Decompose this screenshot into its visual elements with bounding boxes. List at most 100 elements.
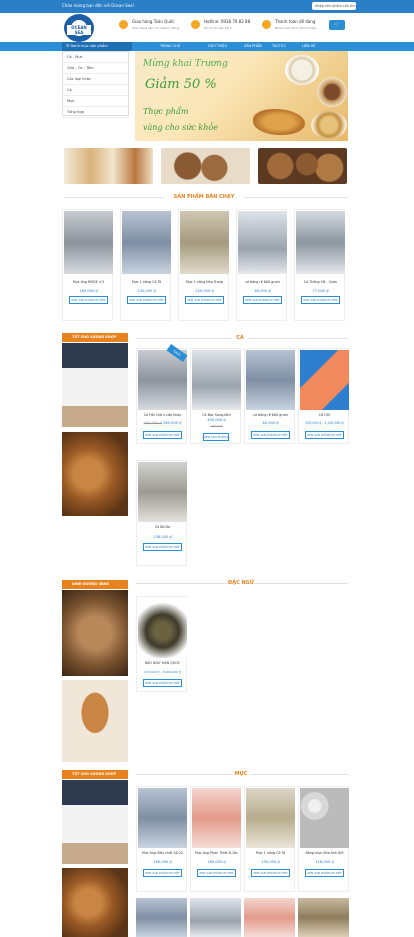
product-card[interactable]: Mực 1 nắng Nha Trang 220,000 ₫ XEM SẢN P… bbox=[178, 209, 229, 321]
view-product-button[interactable]: XEM SẢN PHẨM/CHI TIẾT bbox=[185, 296, 224, 304]
category-item[interactable]: Cá bbox=[63, 85, 128, 96]
header-item-sub: Nhiều hình thức thanh toán bbox=[275, 26, 317, 30]
product-card[interactable]: Cá Bạc Song-tôm 400,000 ₫ 220,000 XEM SẢ… bbox=[190, 348, 241, 444]
view-product-button[interactable]: XEM SẢN PHẨM/CHI TIẾT bbox=[301, 296, 340, 304]
product-card[interactable]: Mực ống Phan Thiết 8-10c 180,000 ₫ XEM S… bbox=[190, 786, 241, 892]
side-image-walnuts[interactable] bbox=[62, 590, 128, 676]
product-card[interactable]: cá bống rề 800 gram 60,000 ₫ XEM SẢN PHẨ… bbox=[236, 209, 287, 321]
side-image-almonds[interactable] bbox=[62, 868, 128, 937]
product-image[interactable] bbox=[300, 788, 349, 848]
product-name[interactable]: Cá Thông VN - Xuân bbox=[296, 280, 345, 284]
promo-tile-2[interactable] bbox=[161, 148, 250, 184]
product-name[interactable]: Mực 1 nắng Nha Trang bbox=[180, 280, 229, 284]
product-image[interactable] bbox=[122, 211, 171, 274]
product-old-price: 220,000 bbox=[210, 424, 223, 428]
view-product-button[interactable]: XEM SẢN PHẨM/CHI TIẾT bbox=[251, 431, 290, 439]
product-price: 160,000 ₫ bbox=[153, 860, 172, 864]
view-product-button[interactable]: XEM SẢN PHẨM/CHI TIẾT bbox=[69, 296, 108, 304]
product-price: 60,000 ₫ bbox=[262, 421, 279, 425]
view-product-button[interactable]: XEM SẢN PHẨM/CHI TIẾT bbox=[143, 679, 182, 687]
product-name[interactable]: cá bống rề 800 gram bbox=[246, 413, 295, 417]
product-image[interactable] bbox=[138, 788, 187, 848]
product-price: 180,000 ₫ bbox=[207, 860, 226, 864]
product-card[interactable]: SALE Cá Hồi Chờ n.cấp khẩu 400,000 ₫ 380… bbox=[136, 343, 188, 444]
divider bbox=[254, 583, 348, 584]
product-image[interactable] bbox=[238, 211, 287, 274]
header-item-sub: Giao hàng tận nơi nhanh chóng bbox=[132, 26, 180, 30]
product-image[interactable] bbox=[246, 788, 295, 848]
product-image[interactable] bbox=[136, 898, 187, 937]
hero-banner[interactable]: Mừng khai Trương Giảm 50 % Thực phẩm vàn… bbox=[135, 51, 348, 141]
product-image[interactable] bbox=[244, 898, 295, 937]
croissant-image bbox=[253, 109, 305, 135]
nav-item-contact[interactable]: LIÊN HỆ bbox=[302, 44, 315, 48]
category-item[interactable]: Ghẹ - Ốc - Tôm bbox=[63, 63, 128, 74]
product-name[interactable]: Cá Bạc Song-tôm bbox=[192, 413, 241, 417]
product-card[interactable]: CÁ HỒI 500,000 ₫ – 1,000,000 ₫ XEM SẢN P… bbox=[298, 348, 349, 444]
view-product-button[interactable]: XEM SẢN PHẨM/CHI TIẾT bbox=[305, 869, 344, 877]
product-image[interactable] bbox=[138, 598, 187, 658]
product-name[interactable]: Mực 1 nắng Cô Tô bbox=[122, 280, 171, 284]
view-product-button[interactable]: XEM SẢN PHẨM/CHI TIẾT bbox=[243, 296, 282, 304]
view-product-button[interactable]: XEM SẢN PHẨM/CHI TIẾT bbox=[251, 869, 290, 877]
view-product-button[interactable]: XEM SẢN PHẨM/CHI TIẾT bbox=[197, 869, 236, 877]
product-name[interactable]: Cá Hồi Chờ n.cấp khẩu bbox=[138, 413, 187, 417]
product-card[interactable]: Bông mực Nha tinh 8/9 118,000 ₫ XEM SẢN … bbox=[298, 786, 349, 892]
category-item[interactable]: Tổng hợp bbox=[63, 107, 128, 118]
product-card[interactable]: Mực 1 nắng Cô Tô 130,000 ₫ XEM SẢN PHẨM/… bbox=[244, 786, 295, 892]
view-product-button[interactable]: XEM SẢN PHẨM/CHI TIẾT bbox=[143, 543, 182, 551]
product-name[interactable]: Bông mực Nha tinh 8/9 bbox=[300, 851, 349, 855]
nav-item-about[interactable]: GIỚI THIỆU bbox=[208, 44, 227, 48]
side-image-almonds[interactable] bbox=[62, 432, 128, 516]
product-name[interactable]: cá bống rề 800 gram bbox=[238, 280, 287, 284]
cart-button[interactable]: 🛒 bbox=[329, 20, 345, 30]
product-name[interactable]: Mực ống MODE 4,5 bbox=[64, 280, 113, 284]
nav-item-news[interactable]: TIN TỨC bbox=[272, 44, 286, 48]
product-card[interactable]: cá bống rề 800 gram 60,000 ₫ XEM SẢN PHẨ… bbox=[244, 348, 295, 444]
view-product-button[interactable]: XEM SẢN PHẨM/CHI TIẾT bbox=[305, 431, 344, 439]
product-card[interactable]: Mực ống Siêu chất 18-22 160,000 ₫ XEM SẢ… bbox=[136, 786, 187, 892]
product-price: 400,000 ₫ bbox=[207, 418, 226, 422]
product-image[interactable] bbox=[300, 350, 349, 410]
product-image[interactable] bbox=[190, 898, 241, 937]
category-item[interactable]: Mực bbox=[63, 96, 128, 107]
product-name[interactable]: BÀO NGƯ HÀN QUỐC bbox=[138, 661, 187, 665]
product-image[interactable] bbox=[192, 788, 241, 848]
product-image[interactable] bbox=[298, 898, 349, 937]
product-image[interactable] bbox=[192, 350, 241, 410]
logo[interactable]: OCEAN SEA bbox=[64, 14, 94, 42]
product-image[interactable] bbox=[180, 211, 229, 274]
nav-item-products[interactable]: SẢN PHẨM bbox=[244, 44, 262, 48]
product-card[interactable]: Cá Thông VN - Xuân 77,000 ₫ XEM SẢN PHẨM… bbox=[294, 209, 345, 321]
product-image[interactable] bbox=[64, 211, 113, 274]
promo-tile-3[interactable] bbox=[258, 148, 347, 184]
side-image-yogurt[interactable] bbox=[62, 780, 128, 864]
divider bbox=[244, 197, 348, 198]
category-item[interactable]: Các loại khác bbox=[63, 74, 128, 85]
product-image[interactable] bbox=[246, 350, 295, 410]
product-image[interactable] bbox=[138, 462, 187, 522]
category-item[interactable]: Cá - Mực bbox=[63, 52, 128, 63]
header-item-title: Giao hàng Toàn Quốc bbox=[132, 19, 175, 24]
product-card[interactable]: Cá Bò Da 138,000 ₫ XEM SẢN PHẨM/CHI TIẾT bbox=[136, 460, 187, 566]
search-input[interactable]: Nhập sản phẩm cần tìm bbox=[312, 2, 356, 10]
product-card[interactable]: Mực ống MODE 4,5 180,000 ₫ XEM SẢN PHẨM/… bbox=[62, 209, 113, 321]
view-product-button[interactable]: XEM SẢN PHẨM/CHI TIẾT bbox=[127, 296, 166, 304]
view-product-button[interactable]: XEM SẢN PHẨM/CHI TIẾT bbox=[203, 433, 229, 441]
nav-item-home[interactable]: TRANG CHỦ bbox=[160, 44, 180, 48]
product-name[interactable]: Mực 1 nắng Cô Tô bbox=[246, 851, 295, 855]
product-name[interactable]: CÁ HỒI bbox=[300, 413, 349, 417]
product-card[interactable]: BÀO NGƯ HÀN QUỐC 270,000 ₫ – 8,000,000 ₫… bbox=[136, 596, 187, 692]
category-menu-toggle[interactable]: ☰ Danh mục sản phẩm bbox=[62, 42, 132, 51]
product-name[interactable]: Mực ống Phan Thiết 8-10c bbox=[192, 851, 241, 855]
product-image[interactable] bbox=[296, 211, 345, 274]
side-image-yogurt[interactable] bbox=[62, 343, 128, 427]
view-product-button[interactable]: XEM SẢN PHẨM/CHI TIẾT bbox=[143, 431, 182, 439]
product-name[interactable]: Mực ống Siêu chất 18-22 bbox=[138, 851, 187, 855]
product-price: 118,000 ₫ bbox=[315, 860, 334, 864]
promo-tile-1[interactable] bbox=[64, 148, 153, 184]
side-image-almond-bowl[interactable] bbox=[62, 680, 128, 762]
view-product-button[interactable]: XEM SẢN PHẨM/CHI TIẾT bbox=[143, 869, 182, 877]
product-card[interactable]: Mực 1 nắng Cô Tô 130,000 ₫ XEM SẢN PHẨM/… bbox=[120, 209, 171, 321]
product-name[interactable]: Cá Bò Da bbox=[138, 525, 187, 529]
